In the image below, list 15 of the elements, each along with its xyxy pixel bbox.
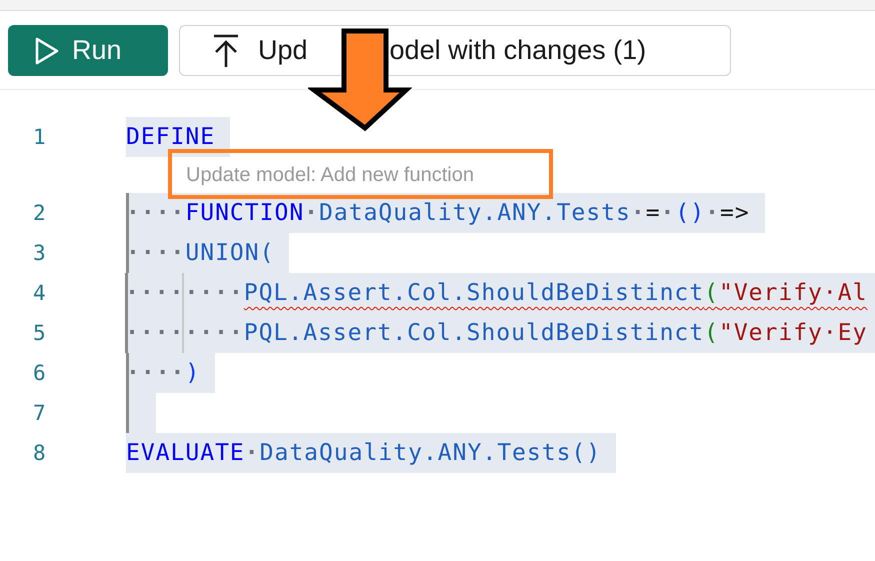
button-label-end: odel with changes (1)	[390, 35, 646, 66]
line-number: 5	[32, 321, 47, 345]
line-number: 3	[32, 241, 47, 265]
update-model-button[interactable]: Upd odel with changes (1)	[179, 25, 731, 76]
line-number: 2	[32, 201, 47, 225]
line-number: 1	[32, 125, 47, 149]
run-button[interactable]: Run	[8, 25, 168, 76]
inline-hint: Update model: Add new function	[186, 164, 474, 186]
button-label-start: Upd	[258, 35, 308, 66]
upload-icon	[212, 34, 240, 68]
line-number: 4	[32, 281, 47, 305]
line-number: 7	[32, 401, 47, 425]
line-number: 6	[32, 361, 47, 385]
play-icon	[34, 36, 60, 66]
line-number: 8	[32, 441, 47, 465]
